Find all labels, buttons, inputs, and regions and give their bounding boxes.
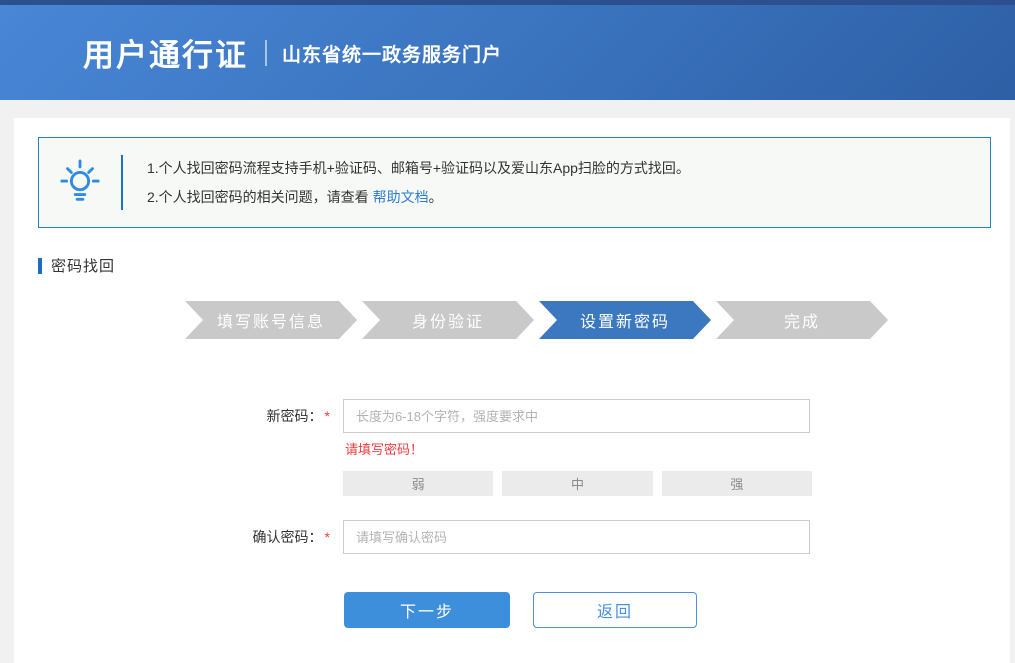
new-password-label: 新密码：* (14, 406, 330, 426)
portal-title: 山东省统一政务服务门户 (282, 38, 502, 67)
required-asterisk: * (325, 408, 330, 424)
page-header: 用户通行证 山东省统一政务服务门户 (0, 5, 1015, 100)
back-button[interactable]: 返回 (533, 592, 697, 628)
password-strength-meter: 弱 中 强 (343, 471, 812, 496)
notice-line-2-suffix: 。 (429, 189, 443, 205)
notice-line-2: 2.个人找回密码的相关问题，请查看 帮助文档。 (147, 183, 690, 212)
step-fill-account-info: 填写账号信息 (185, 301, 357, 339)
new-password-row: 新密码：* (14, 399, 1010, 433)
new-password-label-text: 新密码： (267, 408, 323, 424)
new-password-input[interactable] (343, 399, 810, 433)
password-error-message: 请填写密码！ (345, 439, 1010, 458)
confirm-password-label-text: 确认密码： (253, 529, 323, 545)
step-set-new-password: 设置新密码 (539, 301, 711, 339)
notice-text: 1.个人找回密码流程支持手机+验证码、邮箱号+验证码以及爱山东App扫脸的方式找… (123, 154, 690, 212)
notice-line-2-text: 2.个人找回密码的相关问题，请查看 (147, 189, 373, 205)
step-complete: 完成 (716, 301, 888, 339)
confirm-password-row: 确认密码：* (14, 520, 1010, 554)
form-actions: 下一步 返回 (344, 592, 1010, 628)
section-title: 密码找回 (38, 255, 1010, 276)
tip-lightbulb-icon (39, 158, 121, 208)
brand-title: 用户通行证 (83, 30, 248, 75)
main-card: 1.个人找回密码流程支持手机+验证码、邮箱号+验证码以及爱山东App扫脸的方式找… (14, 118, 1010, 663)
strength-medium: 中 (502, 471, 652, 496)
notice-line-1: 1.个人找回密码流程支持手机+验证码、邮箱号+验证码以及爱山东App扫脸的方式找… (147, 154, 690, 183)
required-asterisk: * (325, 529, 330, 545)
notice-box: 1.个人找回密码流程支持手机+验证码、邮箱号+验证码以及爱山东App扫脸的方式找… (38, 137, 991, 228)
step-indicator: 填写账号信息 身份验证 设置新密码 完成 (185, 301, 888, 339)
help-doc-link[interactable]: 帮助文档 (373, 189, 429, 205)
password-form: 新密码：* 请填写密码！ 弱 中 强 确认密码：* 下一步 返回 (14, 399, 1010, 628)
title-accent-bar (38, 258, 42, 274)
strength-weak: 弱 (343, 471, 493, 496)
confirm-password-label: 确认密码：* (14, 527, 330, 547)
strength-strong: 强 (662, 471, 812, 496)
step-identity-verify: 身份验证 (362, 301, 534, 339)
section-title-label: 密码找回 (51, 255, 115, 276)
confirm-password-input[interactable] (343, 520, 810, 554)
header-divider (265, 40, 267, 66)
next-step-button[interactable]: 下一步 (344, 592, 510, 628)
